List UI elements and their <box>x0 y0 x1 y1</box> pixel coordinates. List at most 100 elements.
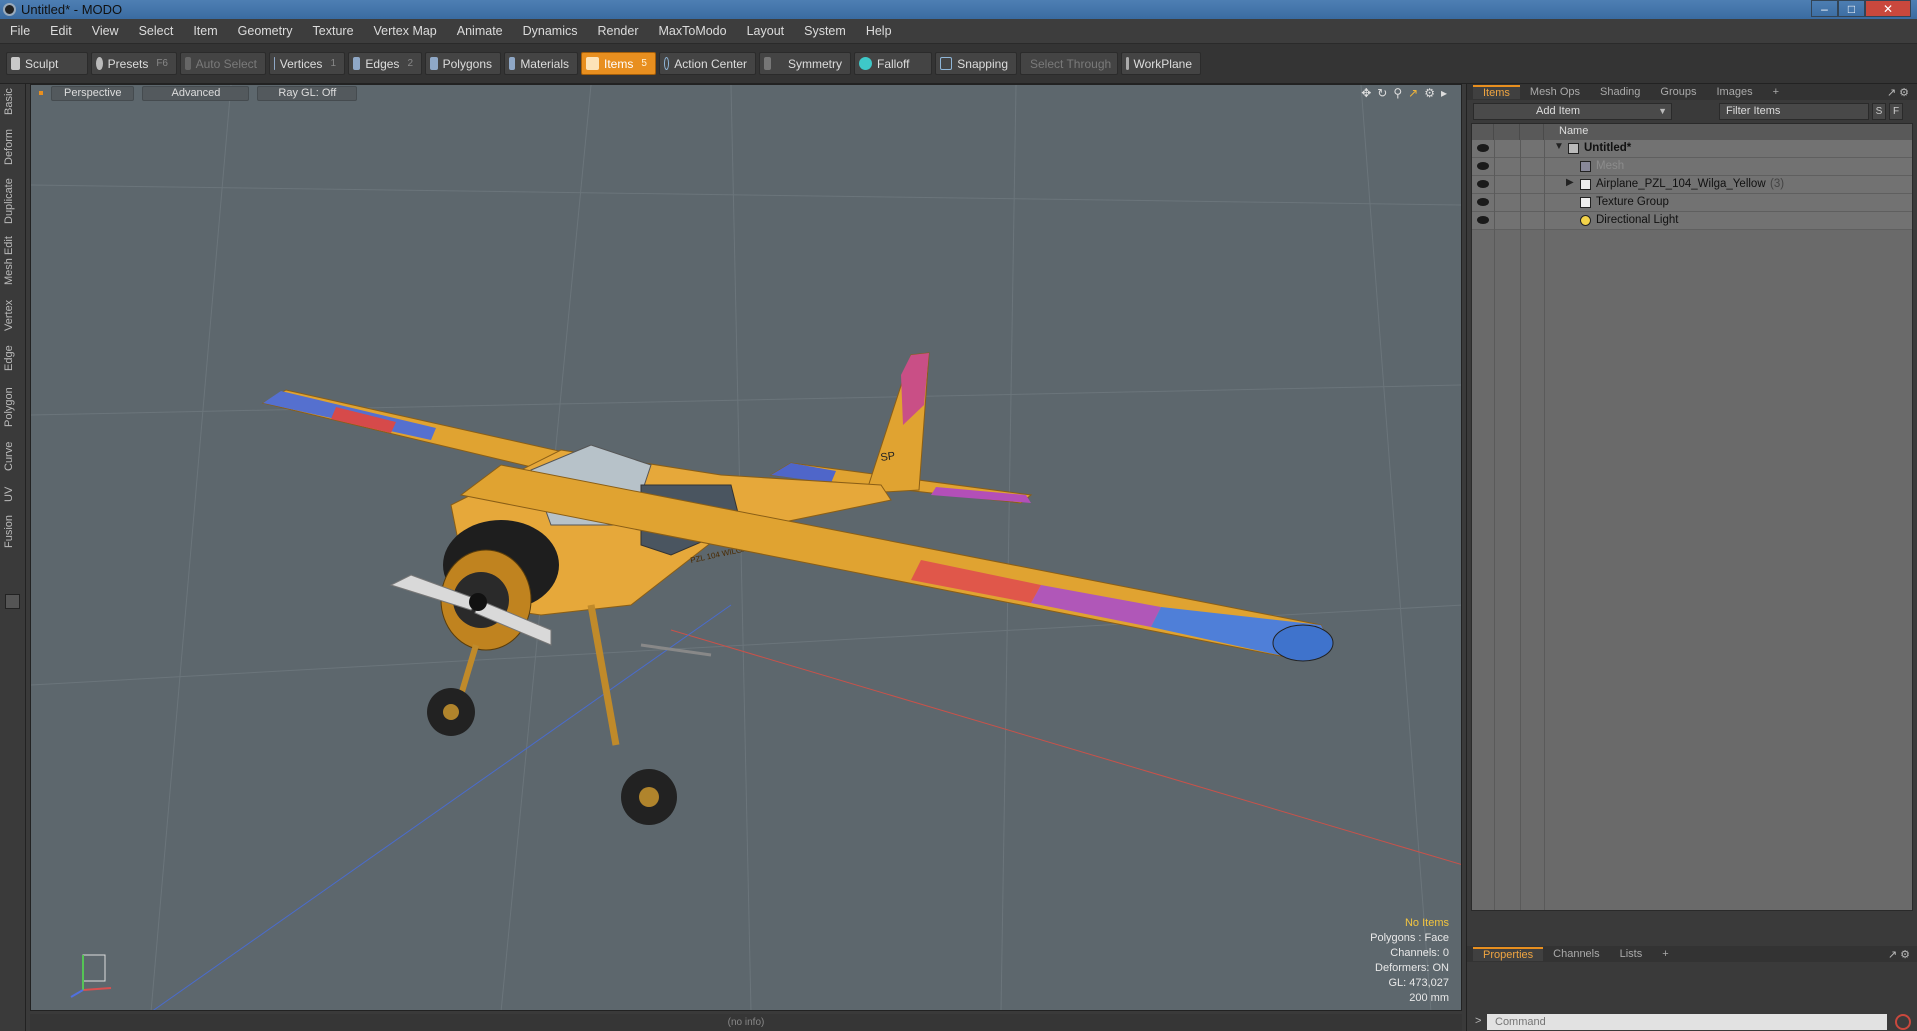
add-tab-icon[interactable]: + <box>1763 86 1789 98</box>
workplane-label: WorkPlane <box>1133 56 1192 71</box>
tab-groups[interactable]: Groups <box>1650 86 1706 98</box>
eye-icon[interactable] <box>1477 162 1489 170</box>
tab-shading[interactable]: Shading <box>1590 86 1650 98</box>
items-panel: Items Mesh Ops Shading Groups Images + ↗… <box>1466 84 1917 1031</box>
tab-items[interactable]: Items <box>1473 85 1520 99</box>
tab-images[interactable]: Images <box>1707 86 1763 98</box>
tab-settings-icon[interactable] <box>5 594 20 609</box>
menu-geometry[interactable]: Geometry <box>228 24 303 38</box>
shading-mode-button[interactable]: Advanced <box>142 85 250 101</box>
materials-button[interactable]: Materials <box>504 52 578 75</box>
filter-items-input[interactable]: Filter Items <box>1719 103 1869 120</box>
maximize-viewport-icon[interactable]: ↗ <box>1408 86 1418 100</box>
eye-icon[interactable] <box>1477 180 1489 188</box>
menu-item[interactable]: Item <box>183 24 227 38</box>
menu-select[interactable]: Select <box>129 24 184 38</box>
tab-mesh-ops[interactable]: Mesh Ops <box>1520 86 1590 98</box>
edges-button[interactable]: Edges 2 <box>348 52 422 75</box>
menu-view[interactable]: View <box>82 24 129 38</box>
eye-icon[interactable] <box>1477 198 1489 206</box>
lock-column-icon[interactable] <box>1494 124 1520 140</box>
tab-duplicate[interactable]: Duplicate <box>3 176 23 226</box>
vertices-icon <box>274 57 275 70</box>
auto-select-icon <box>185 57 191 70</box>
menu-vertex-map[interactable]: Vertex Map <box>364 24 447 38</box>
gear-icon[interactable]: ⚙ <box>1424 86 1435 100</box>
tab-basic[interactable]: Basic <box>3 88 23 116</box>
panel-options-icon[interactable]: ↗ ⚙ <box>1878 948 1917 961</box>
zoom-icon[interactable]: ⚲ <box>1393 86 1402 100</box>
tab-channels[interactable]: Channels <box>1543 948 1609 960</box>
expand-arrow-icon[interactable]: ▼ <box>1554 141 1564 152</box>
tree-row-directional-light[interactable]: Directional Light <box>1472 212 1912 230</box>
command-history-icon[interactable] <box>1895 1014 1911 1030</box>
menu-animate[interactable]: Animate <box>447 24 513 38</box>
menu-file[interactable]: File <box>0 24 40 38</box>
expand-arrow-icon[interactable]: ▶ <box>1566 177 1574 188</box>
tab-curve[interactable]: Curve <box>3 438 23 474</box>
visibility-column-icon[interactable] <box>1472 124 1494 140</box>
name-column-header[interactable]: Name <box>1559 125 1588 137</box>
action-center-button[interactable]: Action Center <box>659 52 756 75</box>
tree-label-untitled: Untitled* <box>1584 142 1632 154</box>
tab-fusion[interactable]: Fusion <box>3 512 23 550</box>
3d-viewport[interactable]: SP PZL 104 WILGA 35 Perspective Advanced… <box>30 84 1462 1011</box>
panel-options-icon[interactable]: ↗ ⚙ <box>1877 86 1917 99</box>
tab-vertex[interactable]: Vertex <box>3 296 23 334</box>
tab-mesh-edit[interactable]: Mesh Edit <box>3 236 23 286</box>
action-center-label: Action Center <box>674 56 747 71</box>
symmetry-button[interactable]: Symmetry <box>759 52 851 75</box>
tree-label-texture-group: Texture Group <box>1596 196 1669 208</box>
tab-properties[interactable]: Properties <box>1473 947 1544 961</box>
eye-icon[interactable] <box>1477 144 1489 152</box>
symmetry-icon <box>764 57 771 70</box>
minimize-icon[interactable]: – <box>1811 0 1838 17</box>
eye-icon[interactable] <box>1477 216 1489 224</box>
menu-texture[interactable]: Texture <box>303 24 364 38</box>
tree-row-mesh[interactable]: Mesh <box>1472 158 1912 176</box>
airplane-model[interactable]: SP PZL 104 WILGA 35 <box>261 352 1334 825</box>
tab-lists[interactable]: Lists <box>1610 948 1653 960</box>
command-input[interactable] <box>1487 1014 1887 1030</box>
column-divider <box>1494 140 1495 910</box>
snapping-button[interactable]: Snapping <box>935 52 1017 75</box>
tab-polygon[interactable]: Polygon <box>3 384 23 430</box>
vertices-button[interactable]: Vertices 1 <box>269 52 345 75</box>
filter-toggle-button[interactable]: F <box>1889 103 1903 120</box>
tree-row-airplane[interactable]: ▶ Airplane_PZL_104_Wilga_Yellow (3) <box>1472 176 1912 194</box>
tree-row-texture-group[interactable]: Texture Group <box>1472 194 1912 212</box>
play-icon[interactable]: ▸ <box>1441 86 1447 100</box>
tree-row-untitled[interactable]: ▼ Untitled* <box>1472 140 1912 158</box>
items-icon <box>586 57 599 70</box>
falloff-button[interactable]: Falloff <box>854 52 932 75</box>
add-tab-icon[interactable]: + <box>1652 948 1678 960</box>
add-item-dropdown[interactable]: Add Item ▼ <box>1473 103 1672 120</box>
menu-layout[interactable]: Layout <box>737 24 795 38</box>
rotate-icon[interactable]: ↻ <box>1377 86 1387 100</box>
select-through-button[interactable]: Select Through <box>1020 52 1118 75</box>
items-button[interactable]: Items 5 <box>581 52 656 75</box>
view-mode-button[interactable]: Perspective <box>51 85 135 101</box>
tab-uv[interactable]: UV <box>3 484 23 504</box>
presets-button[interactable]: Presets F6 <box>91 52 177 75</box>
menu-edit[interactable]: Edit <box>40 24 82 38</box>
x-axis-line <box>670 629 1461 865</box>
workplane-button[interactable]: WorkPlane <box>1121 52 1201 75</box>
menu-help[interactable]: Help <box>856 24 902 38</box>
menu-system[interactable]: System <box>794 24 856 38</box>
tab-deform[interactable]: Deform <box>3 128 23 166</box>
search-toggle-button[interactable]: S <box>1872 103 1886 120</box>
sculpt-button[interactable]: Sculpt <box>6 52 88 75</box>
menu-maxtomodo[interactable]: MaxToModo <box>649 24 737 38</box>
menu-dynamics[interactable]: Dynamics <box>513 24 588 38</box>
raygl-button[interactable]: Ray GL: Off <box>257 85 358 101</box>
polygons-button[interactable]: Polygons <box>425 52 501 75</box>
auto-select-button[interactable]: Auto Select <box>180 52 266 75</box>
render-column-icon[interactable] <box>1520 124 1544 140</box>
maximize-icon[interactable]: □ <box>1838 0 1865 17</box>
close-icon[interactable]: ✕ <box>1865 0 1911 17</box>
tree-label-mesh: Mesh <box>1596 160 1625 172</box>
tab-edge[interactable]: Edge <box>3 342 23 374</box>
pan-icon[interactable]: ✥ <box>1361 86 1371 100</box>
menu-render[interactable]: Render <box>588 24 649 38</box>
